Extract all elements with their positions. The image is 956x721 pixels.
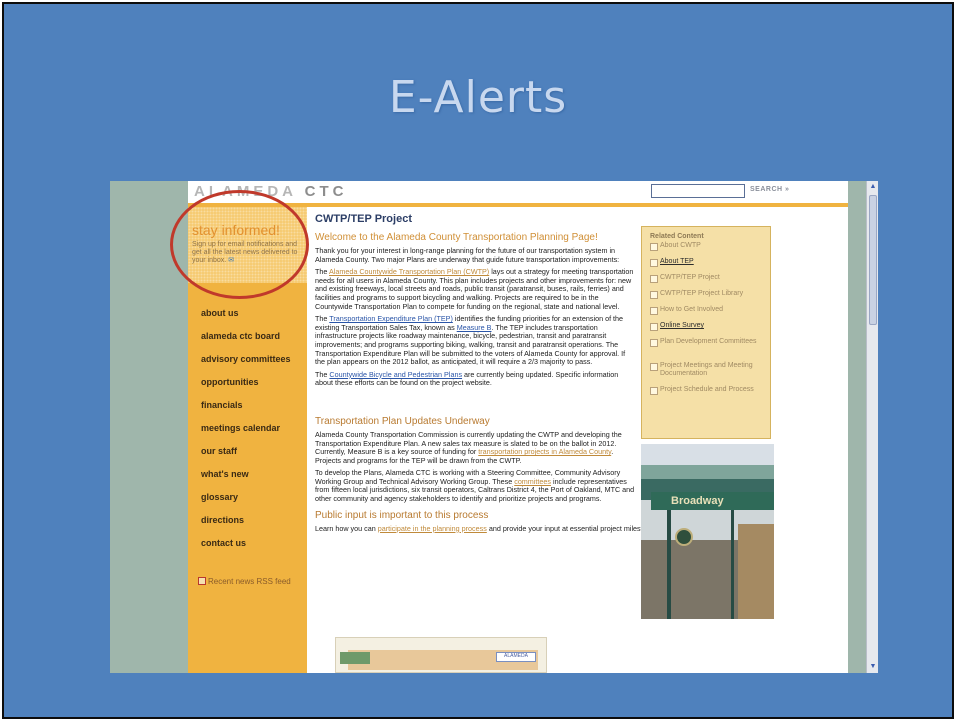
related-item[interactable]: Project Schedule and Process [650,386,762,410]
vertical-scrollbar[interactable]: ▲ ▼ [866,181,878,673]
photo-clock [675,528,693,546]
related-content-box: Related Content About CWTP About TEP CWT… [641,226,771,439]
nav-item-contact[interactable]: contact us [201,537,291,560]
intro-paragraph: Thank you for your interest in long-rang… [315,246,620,264]
related-item[interactable]: Project Meetings and Meeting Documentati… [650,362,762,386]
photo-pole [667,510,671,619]
rss-icon [198,577,206,585]
nav-item-financials[interactable]: financials [201,399,291,422]
diagram-block [340,652,370,664]
bike-ped-paragraph: The Countywide Bicycle and Pedestrian Pl… [315,369,619,388]
nav-item-board[interactable]: alameda ctc board [201,330,291,353]
logo-ctc: CTC [304,183,348,200]
nav-item-advisory[interactable]: advisory committees [201,353,291,376]
broadway-station-photo: Broadway [641,444,774,619]
nav-item-glossary[interactable]: glossary [201,491,291,514]
nav-item-staff[interactable]: our staff [201,445,291,468]
related-item[interactable]: CWTP/TEP Project [650,274,762,290]
scroll-down-icon[interactable]: ▼ [868,662,878,672]
page-title: CWTP/TEP Project [315,213,412,225]
rss-label: Recent news RSS feed [208,577,291,586]
related-item[interactable]: CWTP/TEP Project Library [650,290,762,306]
nav-item-about-us[interactable]: about us [201,307,291,330]
plan-diagram-image: ALAMEDA [335,637,547,673]
nav-item-whats-new[interactable]: what's new [201,468,291,491]
slide: E-Alerts ALAMEDA CTC SEARCH » stay infor… [2,2,954,719]
related-item[interactable]: How to Get Involved [650,306,762,322]
search-input[interactable] [651,184,745,198]
search-button[interactable]: SEARCH » [750,186,789,193]
scroll-thumb[interactable] [869,195,877,325]
rss-link[interactable]: Recent news RSS feed [198,577,291,586]
nav-item-meetings[interactable]: meetings calendar [201,422,291,445]
related-item[interactable]: About CWTP [650,242,762,258]
committees-paragraph: To develop the Plans, Alameda CTC is wor… [315,468,635,504]
slide-title: E-Alerts [388,72,568,123]
participate-link[interactable]: participate in the planning process [378,524,487,533]
highlight-circle [170,190,309,299]
nav-item-directions[interactable]: directions [201,514,291,537]
photo-pole [731,510,734,619]
related-heading: Related Content [650,233,704,240]
site-header: ALAMEDA CTC SEARCH » [188,181,848,203]
nav-item-opportunities[interactable]: opportunities [201,376,291,399]
related-item[interactable]: Plan Development Committees [650,338,762,362]
diagram-logo: ALAMEDA [496,652,536,662]
tep-paragraph: The Transportation Expenditure Plan (TEP… [315,314,626,367]
sidebar-nav: about us alameda ctc board advisory comm… [201,307,291,560]
cwtp-paragraph: The Alameda Countywide Transportation Pl… [315,267,634,311]
related-item[interactable]: About TEP [650,258,762,274]
scroll-up-icon[interactable]: ▲ [868,182,878,192]
updates-paragraph: Alameda County Transportation Commission… [315,429,622,465]
related-item[interactable]: Online Survey [650,322,762,338]
photo-building [738,524,774,619]
photo-sign: Broadway [651,492,774,510]
